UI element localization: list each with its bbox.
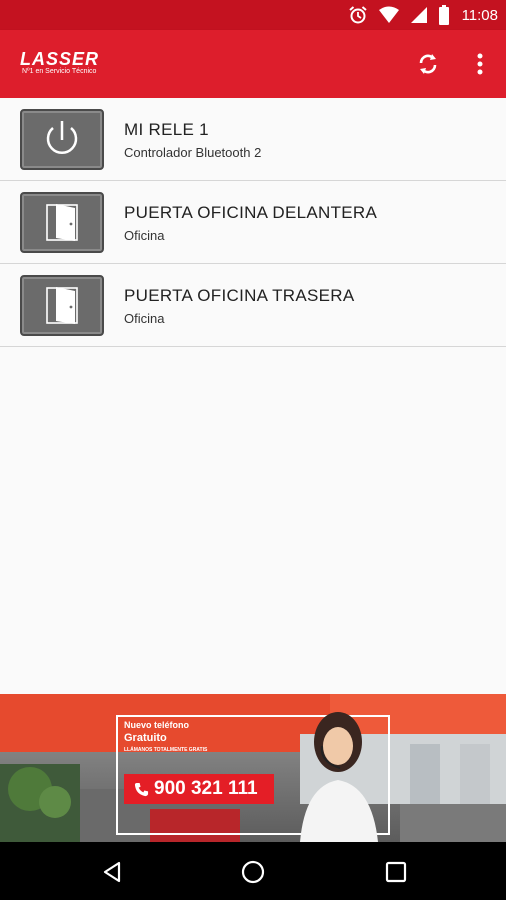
device-name: PUERTA OFICINA DELANTERA	[124, 203, 378, 222]
device-subtitle: Oficina	[124, 311, 165, 326]
system-nav-bar	[0, 842, 506, 900]
device-tile	[20, 275, 104, 336]
device-subtitle: Oficina	[124, 228, 165, 243]
logo-tagline: Nº1 en Servicio Técnico	[22, 68, 97, 75]
power-icon	[46, 121, 78, 154]
ad-phone-number: 900 321 111	[154, 778, 258, 799]
ad-subheadline: Gratuito	[124, 732, 167, 744]
ad-banner[interactable]: Nuevo teléfono Gratuito LLÁMANOS TOTALME…	[0, 694, 506, 842]
device-name: PUERTA OFICINA TRASERA	[124, 286, 355, 305]
sync-icon	[419, 54, 437, 74]
device-row[interactable]: PUERTA OFICINA TRASERA Oficina	[0, 264, 506, 347]
device-row[interactable]: PUERTA OFICINA DELANTERA Oficina	[0, 181, 506, 264]
sync-button[interactable]	[414, 50, 442, 78]
more-vert-icon	[477, 53, 483, 75]
overflow-menu-button[interactable]	[466, 50, 494, 78]
status-clock: 11:08	[461, 6, 498, 24]
phone-icon	[134, 782, 149, 796]
home-icon	[241, 860, 265, 884]
ad-phone-badge[interactable]: 900 321 111	[124, 774, 274, 804]
recents-button[interactable]	[380, 856, 412, 888]
door-icon	[46, 287, 78, 324]
device-tile	[20, 192, 104, 253]
ad-headline: Nuevo teléfono	[124, 720, 190, 730]
logo-wordmark: LASSER	[20, 49, 100, 69]
battery-icon	[438, 5, 449, 25]
device-tile	[20, 109, 104, 170]
home-button[interactable]	[237, 856, 269, 888]
device-row[interactable]: MI RELE 1 Controlador Bluetooth 2	[0, 98, 506, 181]
device-subtitle: Controlador Bluetooth 2	[124, 145, 262, 160]
ad-banner-artwork	[0, 694, 506, 842]
wifi-icon	[378, 6, 399, 23]
cell-signal-icon	[410, 7, 427, 23]
back-button[interactable]	[96, 856, 128, 888]
ad-tagline: LLÁMANOS TOTALMENTE GRATIS	[124, 747, 208, 753]
device-list: MI RELE 1 Controlador Bluetooth 2 PUERTA…	[0, 98, 506, 347]
alarm-icon	[348, 6, 367, 24]
door-icon	[46, 204, 78, 241]
app-bar: LASSER Nº1 en Servicio Técnico	[0, 30, 506, 98]
recents-icon	[385, 861, 407, 883]
status-bar: 11:08	[0, 0, 506, 30]
device-name: MI RELE 1	[124, 120, 209, 139]
back-icon	[103, 861, 121, 883]
app-logo: LASSER Nº1 en Servicio Técnico	[20, 50, 99, 76]
